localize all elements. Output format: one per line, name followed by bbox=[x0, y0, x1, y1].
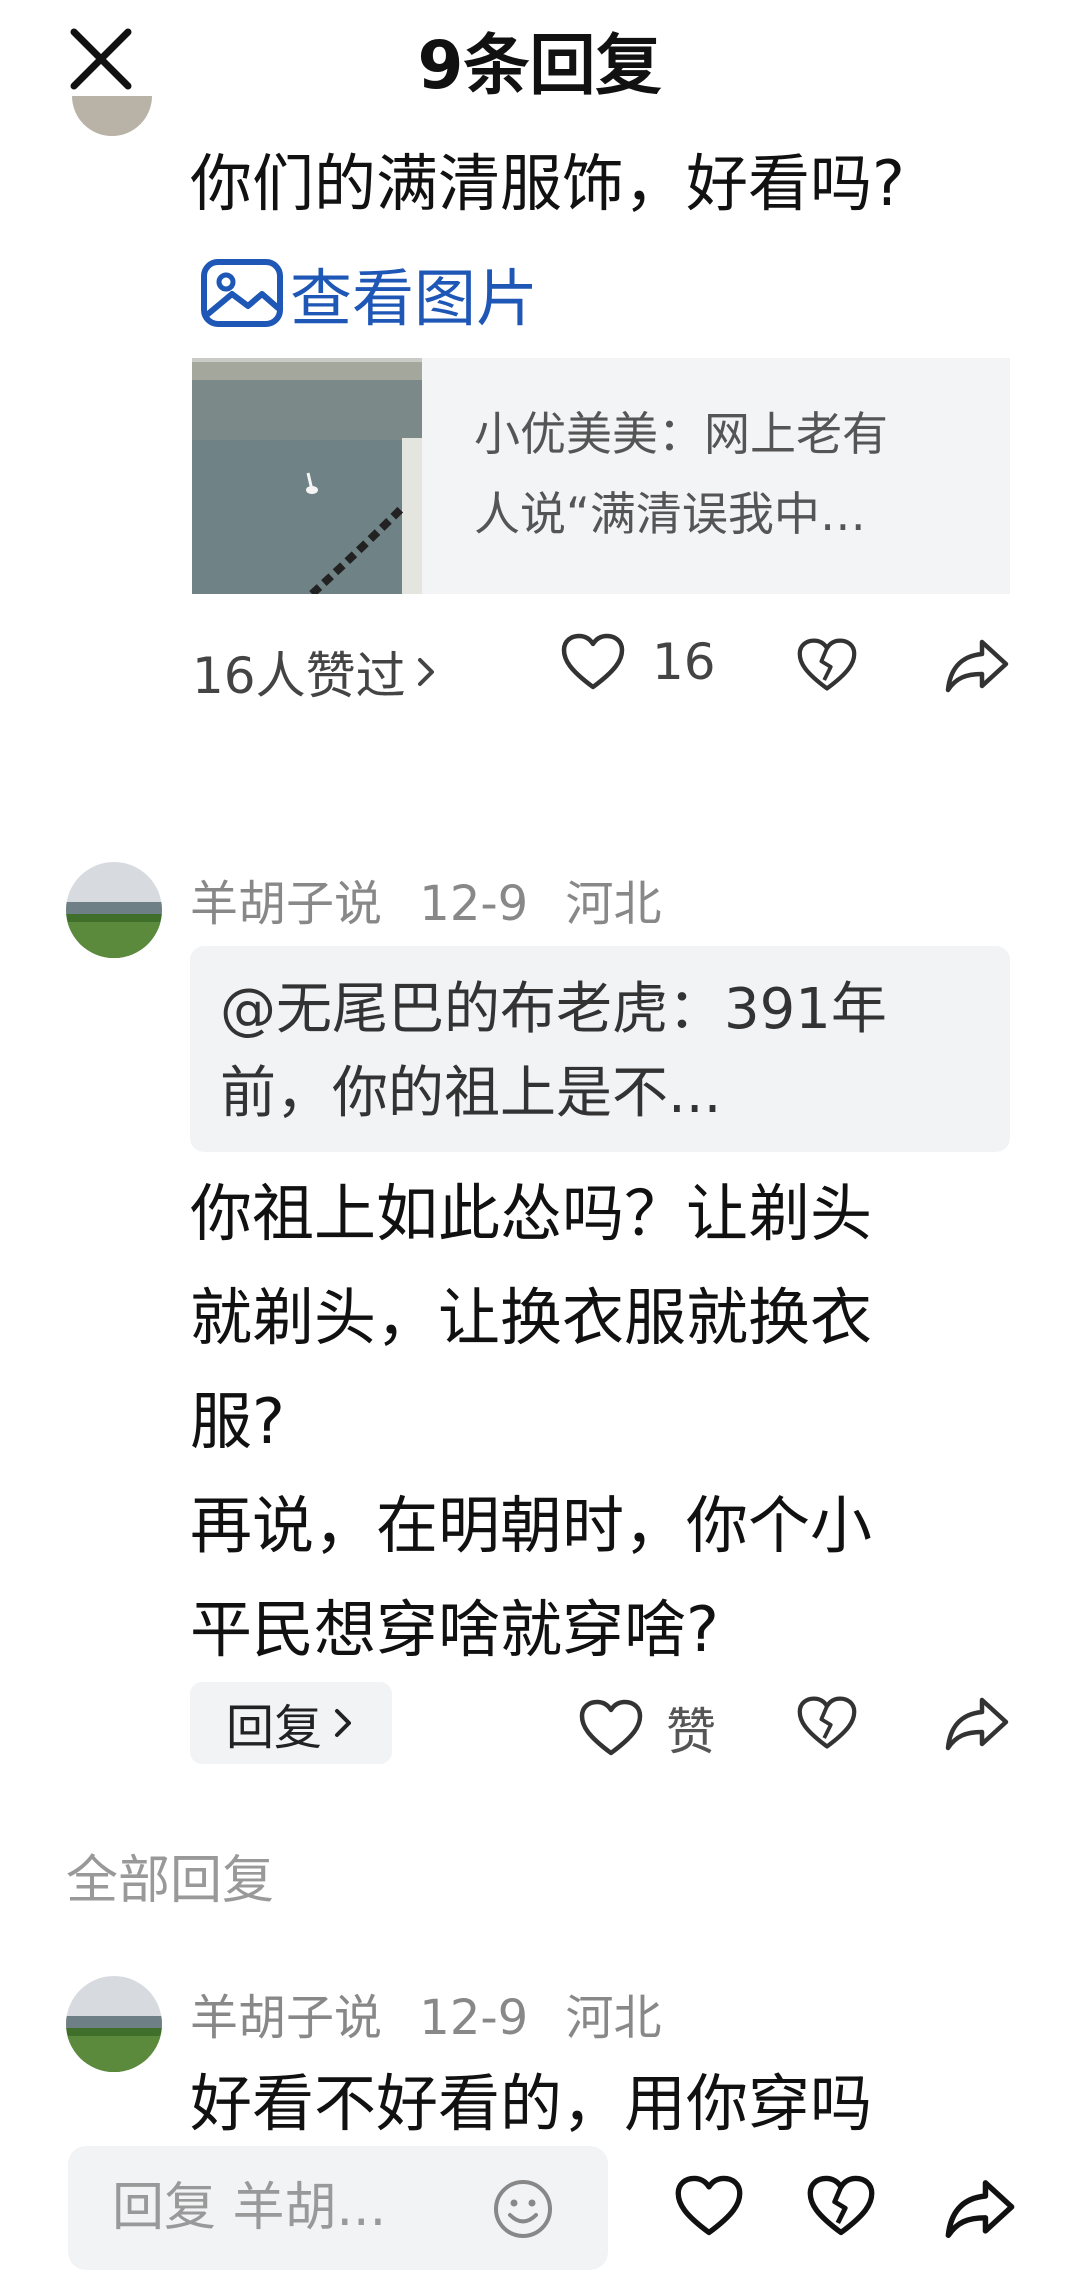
post-thumbnail bbox=[192, 358, 422, 594]
broken-heart-icon bbox=[797, 638, 857, 691]
linked-post-line: 小优美美：网上老有 bbox=[474, 407, 888, 461]
avatar[interactable] bbox=[66, 862, 162, 958]
reply-input[interactable]: 回复 羊胡... bbox=[68, 2146, 608, 2270]
page-title: 9条回复 bbox=[417, 27, 662, 104]
view-image-label: 查看图片 bbox=[290, 262, 539, 335]
quoted-line: @无尾巴的布老虎：391年 bbox=[220, 977, 887, 1042]
like-count: 16 bbox=[652, 633, 716, 691]
comment-line: 就剃头，让换衣服就换衣 bbox=[190, 1281, 873, 1354]
share-button[interactable] bbox=[944, 1694, 1010, 1752]
linked-post-text: 小优美美：网上老有 人说“满清误我中… bbox=[474, 394, 974, 554]
comment-line: 平民想穿啥就穿啥? bbox=[190, 1593, 719, 1666]
author-name[interactable]: 羊胡子说 bbox=[190, 1990, 382, 2046]
view-image-link[interactable]: 查看图片 bbox=[200, 248, 538, 338]
comment-meta: 羊胡子说 12-9 河北 bbox=[190, 1978, 662, 2048]
linked-post-line: 人说“满清误我中… bbox=[474, 487, 866, 541]
chevron-right-icon bbox=[417, 658, 434, 686]
reply-button[interactable]: 回复 bbox=[190, 1682, 392, 1764]
chevron-right-icon bbox=[335, 1709, 351, 1737]
heart-icon bbox=[579, 1699, 643, 1756]
comment-location: 河北 bbox=[565, 876, 662, 932]
comment-line: 再说，在明朝时，你个小 bbox=[190, 1489, 873, 1562]
broken-heart-icon bbox=[797, 1696, 857, 1749]
comment-location: 河北 bbox=[565, 1990, 662, 2046]
share-icon bbox=[945, 639, 1009, 693]
author-name[interactable]: 羊胡子说 bbox=[190, 876, 382, 932]
broken-heart-icon bbox=[807, 2175, 875, 2236]
share-button[interactable] bbox=[944, 2176, 1016, 2240]
like-label: 赞 bbox=[666, 1703, 716, 1761]
comment-date: 12-9 bbox=[419, 1990, 529, 2046]
heart-icon bbox=[561, 633, 625, 690]
linked-post-card[interactable]: 小优美美：网上老有 人说“满清误我中… bbox=[192, 358, 1010, 594]
quoted-text: @无尾巴的布老虎：391年 前，你的祖上是不... bbox=[220, 968, 1000, 1136]
dislike-button[interactable] bbox=[796, 1694, 858, 1752]
dislike-button[interactable] bbox=[796, 636, 858, 694]
likes-summary: 16人赞过 bbox=[192, 647, 406, 705]
like-button[interactable]: 16 bbox=[560, 632, 716, 692]
heart-icon bbox=[675, 2175, 743, 2236]
share-button[interactable] bbox=[944, 636, 1010, 694]
comment-text: 你们的满清服饰，好看吗? bbox=[190, 147, 905, 220]
quoted-line: 前，你的祖上是不... bbox=[220, 1061, 722, 1126]
avatar[interactable] bbox=[72, 96, 152, 136]
comment-line: 服? bbox=[190, 1385, 285, 1458]
image-icon bbox=[201, 259, 283, 327]
quoted-comment[interactable]: @无尾巴的布老虎：391年 前，你的祖上是不... bbox=[190, 946, 1010, 1152]
comment-text: 你祖上如此怂吗？让剃头 就剃头，让换衣服就换衣 服? 再说，在明朝时，你个小 平… bbox=[190, 1162, 872, 1682]
share-icon bbox=[945, 2180, 1015, 2238]
reply-button-label: 回复 bbox=[225, 1700, 322, 1756]
dislike-button[interactable] bbox=[806, 2174, 876, 2238]
emoji-button[interactable] bbox=[492, 2178, 554, 2240]
section-title: 全部回复 bbox=[66, 1851, 275, 1911]
likes-summary-link[interactable]: 16人赞过 bbox=[192, 636, 440, 708]
comment-date: 12-9 bbox=[419, 876, 529, 932]
comment-meta: 羊胡子说 12-9 河北 bbox=[190, 864, 662, 934]
avatar[interactable] bbox=[66, 1976, 162, 2072]
share-icon bbox=[945, 1697, 1009, 1751]
comment-line: 你祖上如此怂吗？让剃头 bbox=[190, 1177, 873, 1250]
like-button[interactable] bbox=[674, 2174, 744, 2238]
like-button[interactable]: 赞 bbox=[578, 1692, 716, 1764]
emoji-icon bbox=[494, 2180, 552, 2238]
reply-input-placeholder: 回复 羊胡... bbox=[112, 2178, 387, 2238]
